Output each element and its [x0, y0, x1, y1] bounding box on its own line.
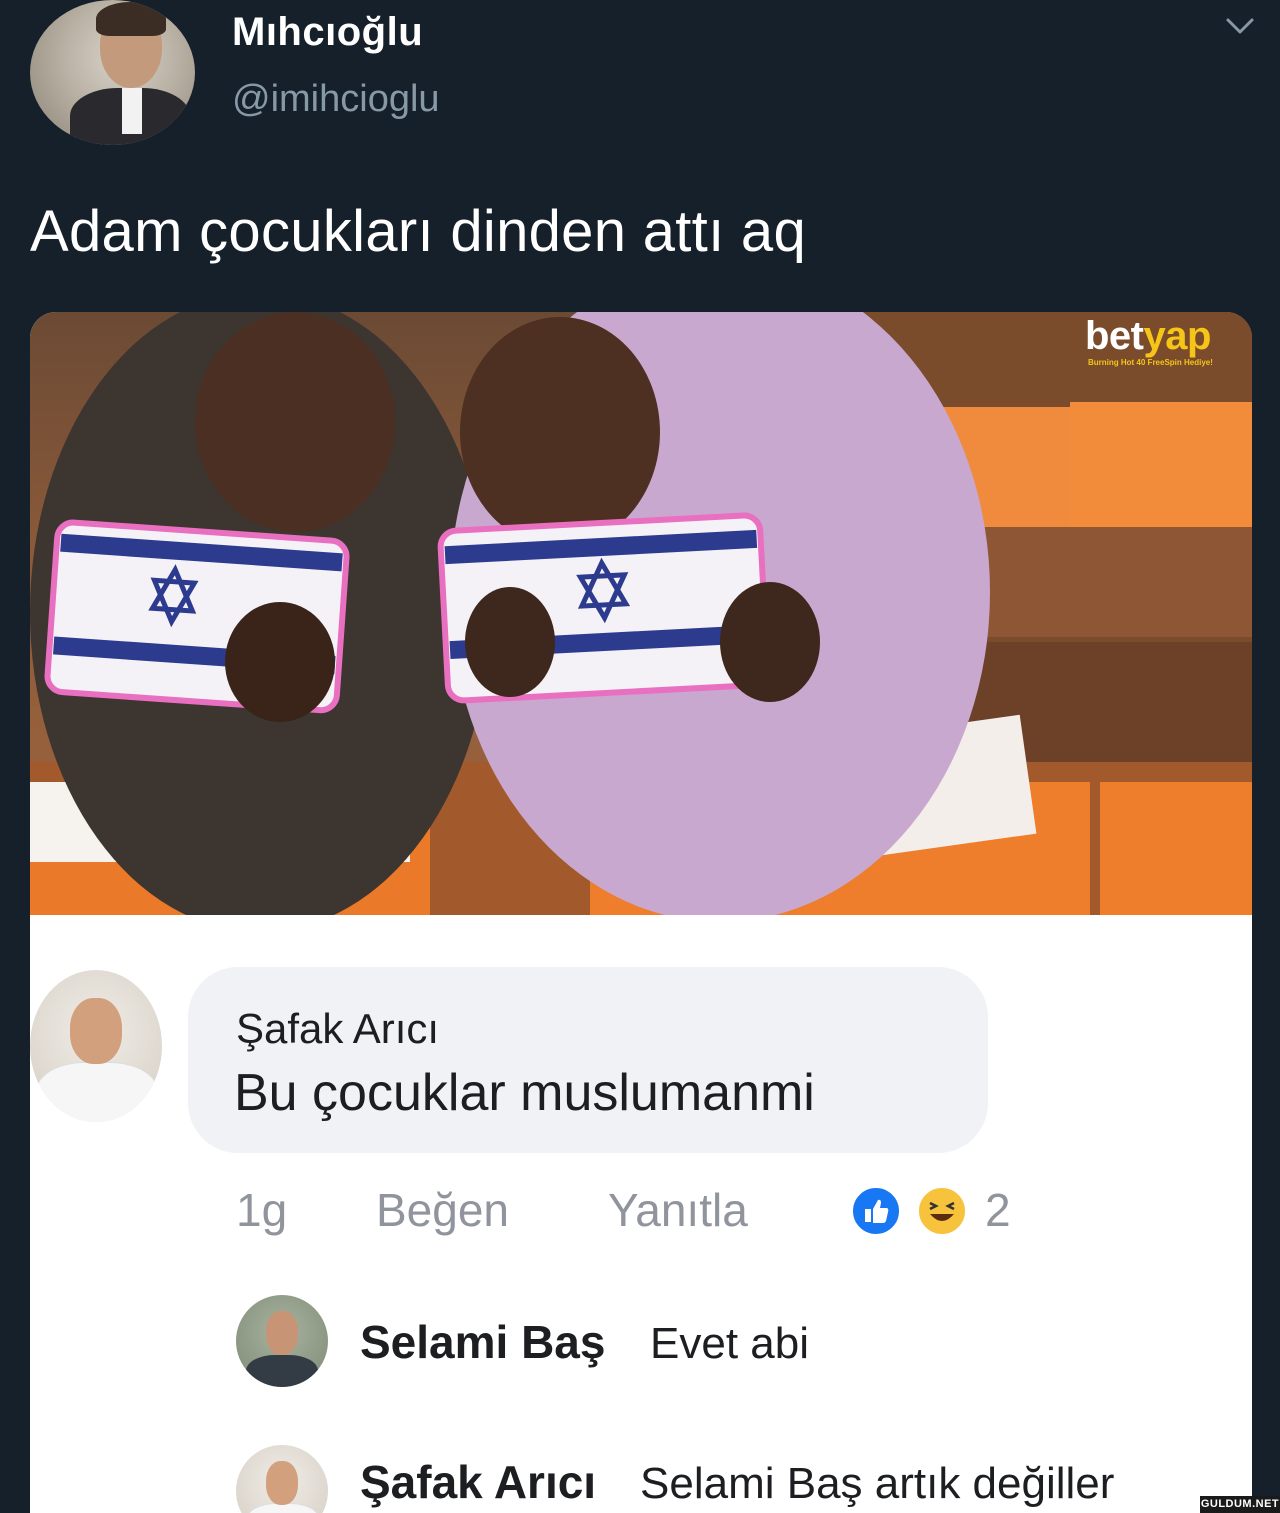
reaction-count[interactable]: 2 — [985, 1183, 1011, 1237]
site-watermark: GULDUM.NET — [1200, 1496, 1280, 1513]
photo: betyap Burning Hot 40 FreeSpin Hediye! — [30, 312, 1252, 915]
tweet-text: Adam çocukları dinden attı aq — [30, 199, 807, 264]
watermark-logo: betyap — [1085, 314, 1211, 358]
reply-text: Selami Baş artık değiller — [640, 1459, 1115, 1508]
reply-author[interactable]: Selami Baş — [360, 1315, 605, 1369]
comment-author: Şafak Arıcı — [236, 1005, 440, 1052]
reply-link[interactable]: Yanıtla — [608, 1183, 748, 1237]
tweet-media[interactable]: betyap Burning Hot 40 FreeSpin Hediye! Ş… — [30, 312, 1252, 1513]
reply-avatar — [236, 1295, 328, 1387]
watermark-tagline: Burning Hot 40 FreeSpin Hediye! — [1088, 358, 1213, 367]
reply-avatar — [236, 1445, 328, 1513]
author-handle[interactable]: @imihcioglu — [232, 78, 440, 121]
haha-icon — [916, 1185, 968, 1237]
chevron-down-icon[interactable] — [1222, 14, 1258, 38]
like-icon — [850, 1185, 902, 1237]
reply-author[interactable]: Şafak Arıcı — [360, 1455, 596, 1509]
commenter-avatar — [30, 970, 162, 1122]
author-name[interactable]: Mıhcıoğlu — [232, 10, 423, 55]
comment-bubble: Şafak Arıcı Bu çocuklar muslumanmi — [188, 967, 988, 1153]
reply-text: Evet abi — [650, 1319, 809, 1368]
like-link[interactable]: Beğen — [376, 1183, 509, 1237]
comment-card: Şafak Arıcı Bu çocuklar muslumanmi 1g Be… — [30, 915, 1252, 1513]
comment-text: Bu çocuklar muslumanmi — [234, 1064, 815, 1122]
author-avatar[interactable] — [30, 0, 195, 145]
comment-time: 1g — [236, 1184, 288, 1236]
